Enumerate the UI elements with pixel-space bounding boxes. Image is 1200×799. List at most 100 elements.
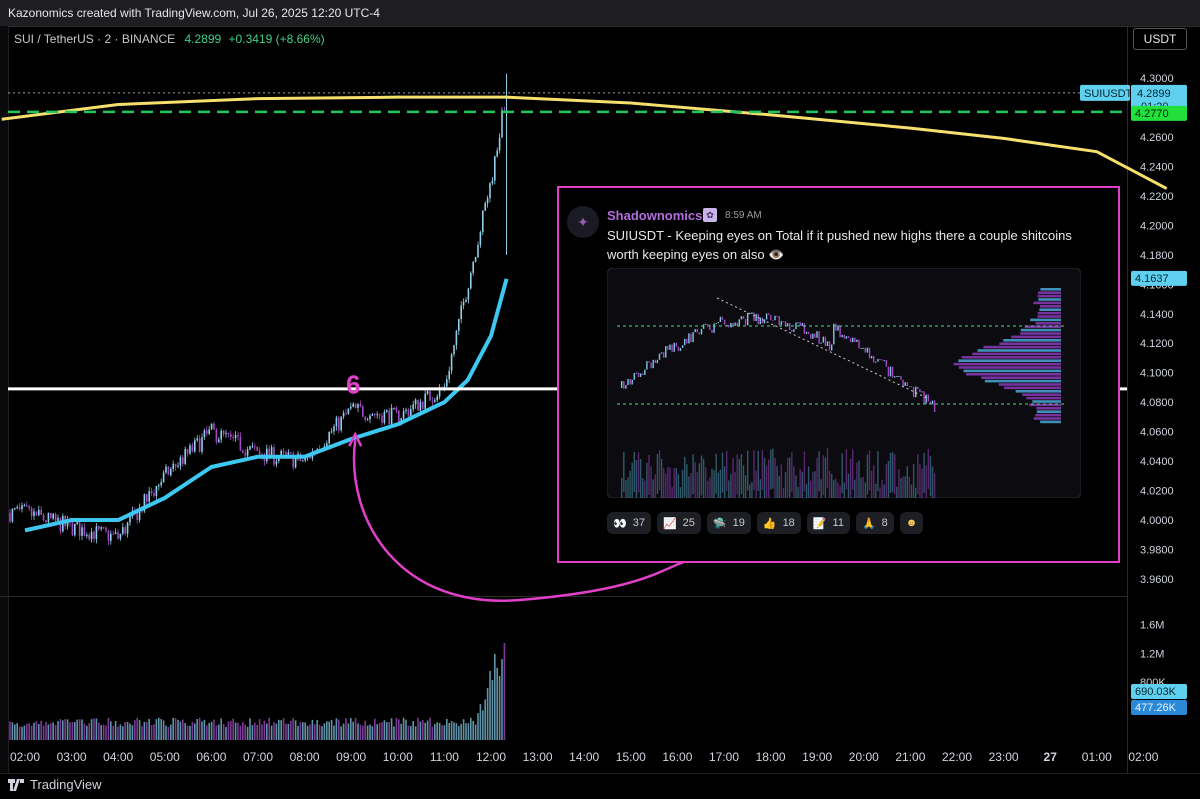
last-price-tag: 4.2899 — [1137, 88, 1171, 100]
currency-selector[interactable]: USDT — [1133, 28, 1187, 50]
reaction-thumbs-up[interactable]: 👍 18 — [756, 512, 801, 534]
candle-body — [54, 513, 57, 521]
candle-body — [402, 410, 405, 419]
candle-body — [167, 466, 170, 476]
volume-tag-2-bg — [1131, 700, 1187, 715]
volume-bar — [174, 718, 177, 740]
mini-candle — [816, 331, 818, 338]
mini-volume-bar — [726, 450, 728, 491]
mini-candle — [799, 322, 801, 326]
mini-volume-bar — [910, 484, 913, 498]
volume-bar — [189, 725, 191, 740]
mini-candle — [780, 321, 782, 326]
mini-volume-bar — [854, 479, 856, 498]
candle-body — [412, 404, 414, 410]
mini-volume-bar — [705, 467, 707, 498]
volume-bar — [292, 718, 294, 740]
volume-bar — [314, 724, 316, 740]
author-name[interactable]: Shadownomics — [607, 208, 702, 223]
mini-volume-bar — [690, 472, 692, 498]
reaction-pray[interactable]: 🙏 8 — [855, 512, 894, 534]
volume-bar — [441, 725, 443, 740]
mini-volume-bar — [675, 468, 677, 498]
mini-volume-bar — [837, 482, 839, 498]
mini-candle — [700, 328, 703, 335]
volume-bar — [484, 699, 486, 740]
volume-bar — [45, 721, 47, 740]
volume-bar — [254, 722, 256, 740]
pray-icon: 🙏 — [861, 517, 876, 530]
mini-volume-profile-bar — [1037, 315, 1061, 318]
candle-body — [414, 399, 417, 405]
candle-body — [359, 404, 362, 407]
volume-bar — [177, 719, 179, 740]
candle-body — [131, 510, 134, 517]
mini-candle — [828, 341, 831, 351]
price-axis: 4.3000 4.2800 4.2600 4.2400 4.2200 4.2000 4.18… — [1140, 73, 1174, 586]
mini-volume-bar — [692, 454, 694, 495]
volume-bar — [81, 719, 83, 740]
reaction-count: 25 — [682, 517, 695, 529]
volume-bar — [474, 724, 477, 740]
mini-volume-bar — [887, 460, 890, 498]
mini-candle — [757, 313, 759, 325]
candle-body — [203, 430, 206, 438]
volume-bar — [184, 723, 186, 740]
mini-candle — [665, 345, 667, 358]
volume-bar — [42, 725, 45, 740]
candle-body — [78, 521, 81, 536]
mini-candle — [845, 336, 848, 339]
tradingview-logo[interactable]: TradingView — [8, 777, 102, 792]
volume-bar — [18, 726, 21, 740]
volume-bar — [162, 720, 165, 740]
mini-volume-bar — [866, 454, 869, 495]
candle-body — [393, 407, 395, 409]
mini-volume-profile-bar — [1036, 407, 1061, 410]
volume-bar — [371, 726, 374, 740]
mini-candle — [679, 348, 682, 351]
candle-body — [102, 527, 105, 529]
reaction-ufo[interactable]: 🛸 19 — [706, 512, 751, 534]
embedded-chart-image[interactable] — [607, 268, 1081, 498]
volume-bar — [364, 720, 366, 740]
volume-bar — [30, 725, 33, 740]
mini-volume-profile-bar — [998, 383, 1061, 386]
avatar[interactable]: ✦ — [567, 206, 599, 238]
mini-candle — [896, 375, 898, 377]
mini-volume-bar — [845, 449, 848, 490]
time-tick-label: 08:00 — [290, 750, 320, 764]
mini-candle — [881, 359, 883, 361]
candle-body — [280, 450, 282, 458]
reaction-eyes[interactable]: 👀 37 — [607, 512, 651, 534]
reaction-memo[interactable]: 📝 11 — [806, 512, 850, 534]
mini-volume-bar — [732, 457, 734, 498]
mini-candle — [744, 319, 747, 326]
candle-body — [290, 452, 292, 454]
mini-volume-bar — [768, 459, 770, 498]
mini-volume-bar — [797, 487, 799, 498]
mini-candle — [875, 361, 877, 363]
mini-volume-bar — [820, 479, 822, 498]
mini-volume-bar — [663, 468, 665, 498]
mini-volume-profile-bar — [1039, 305, 1061, 308]
mini-volume-bar — [873, 465, 875, 498]
reaction-chart[interactable]: 📈 25 — [656, 512, 701, 534]
mini-candle — [912, 387, 915, 398]
candle-body — [386, 410, 388, 412]
mini-volume-profile-bar — [958, 366, 1061, 369]
candle-body — [184, 449, 186, 464]
price-tick-label: 3.9600 — [1140, 574, 1174, 586]
mini-candle — [751, 312, 753, 314]
symbol-legend[interactable]: SUI / TetherUS · 2 · BINANCE 4.2899 +0.3… — [14, 32, 325, 46]
mini-candle — [715, 323, 717, 325]
reaction-add-reaction[interactable]: ☻ — [899, 512, 924, 534]
candle-body — [374, 414, 376, 416]
volume-bar — [95, 718, 98, 740]
volume-bar — [153, 724, 155, 740]
volume-bar — [165, 725, 167, 740]
volume-tick-label: 800K — [1140, 677, 1166, 689]
mini-volume-bar — [828, 471, 831, 498]
volume-bar — [71, 721, 74, 740]
candle-body — [462, 301, 465, 306]
volume-bar — [405, 719, 407, 740]
